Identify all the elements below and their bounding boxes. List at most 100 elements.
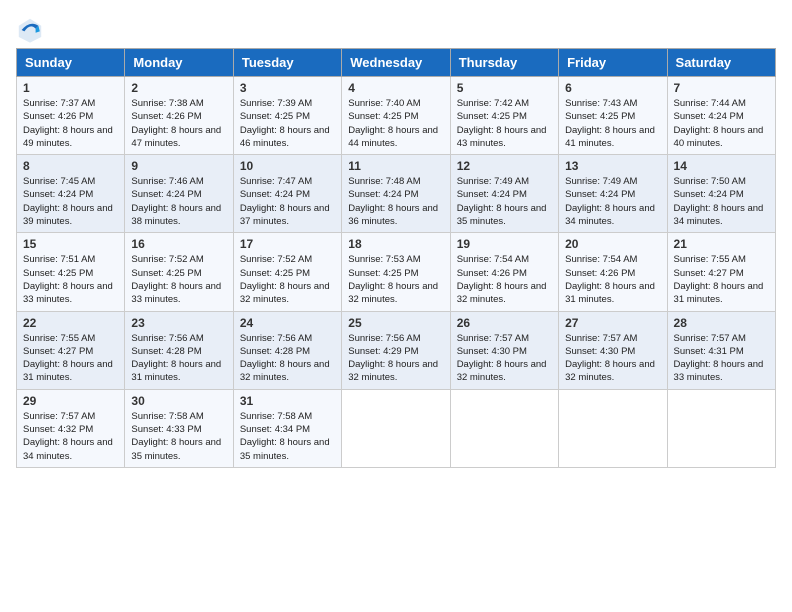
calendar-header-row: SundayMondayTuesdayWednesdayThursdayFrid… — [17, 49, 776, 77]
day-info: Sunrise: 7:39 AMSunset: 4:25 PMDaylight:… — [240, 97, 335, 150]
calendar-table: SundayMondayTuesdayWednesdayThursdayFrid… — [16, 48, 776, 468]
day-info: Sunrise: 7:54 AMSunset: 4:26 PMDaylight:… — [565, 253, 660, 306]
calendar-header-tuesday: Tuesday — [233, 49, 341, 77]
calendar-cell: 7 Sunrise: 7:44 AMSunset: 4:24 PMDaylight… — [667, 77, 775, 155]
page-header — [16, 16, 776, 44]
day-number: 8 — [23, 159, 118, 173]
calendar-cell: 15 Sunrise: 7:51 AMSunset: 4:25 PMDayligh… — [17, 233, 125, 311]
calendar-cell: 12 Sunrise: 7:49 AMSunset: 4:24 PMDayligh… — [450, 155, 558, 233]
day-number: 4 — [348, 81, 443, 95]
calendar-cell: 2 Sunrise: 7:38 AMSunset: 4:26 PMDaylight… — [125, 77, 233, 155]
calendar-header-saturday: Saturday — [667, 49, 775, 77]
logo — [16, 16, 48, 44]
day-info: Sunrise: 7:52 AMSunset: 4:25 PMDaylight:… — [131, 253, 226, 306]
calendar-cell: 21 Sunrise: 7:55 AMSunset: 4:27 PMDayligh… — [667, 233, 775, 311]
day-number: 15 — [23, 237, 118, 251]
calendar-header-sunday: Sunday — [17, 49, 125, 77]
day-number: 19 — [457, 237, 552, 251]
calendar-week-row: 1 Sunrise: 7:37 AMSunset: 4:26 PMDaylight… — [17, 77, 776, 155]
day-info: Sunrise: 7:57 AMSunset: 4:30 PMDaylight:… — [457, 332, 552, 385]
day-info: Sunrise: 7:48 AMSunset: 4:24 PMDaylight:… — [348, 175, 443, 228]
day-info: Sunrise: 7:55 AMSunset: 4:27 PMDaylight:… — [23, 332, 118, 385]
calendar-cell — [667, 389, 775, 467]
day-info: Sunrise: 7:58 AMSunset: 4:34 PMDaylight:… — [240, 410, 335, 463]
day-info: Sunrise: 7:49 AMSunset: 4:24 PMDaylight:… — [457, 175, 552, 228]
calendar-cell: 19 Sunrise: 7:54 AMSunset: 4:26 PMDayligh… — [450, 233, 558, 311]
day-number: 18 — [348, 237, 443, 251]
day-number: 28 — [674, 316, 769, 330]
day-info: Sunrise: 7:58 AMSunset: 4:33 PMDaylight:… — [131, 410, 226, 463]
day-info: Sunrise: 7:45 AMSunset: 4:24 PMDaylight:… — [23, 175, 118, 228]
calendar-week-row: 15 Sunrise: 7:51 AMSunset: 4:25 PMDayligh… — [17, 233, 776, 311]
calendar-cell: 22 Sunrise: 7:55 AMSunset: 4:27 PMDayligh… — [17, 311, 125, 389]
calendar-cell: 10 Sunrise: 7:47 AMSunset: 4:24 PMDayligh… — [233, 155, 341, 233]
day-number: 14 — [674, 159, 769, 173]
day-info: Sunrise: 7:38 AMSunset: 4:26 PMDaylight:… — [131, 97, 226, 150]
calendar-cell — [559, 389, 667, 467]
day-info: Sunrise: 7:56 AMSunset: 4:28 PMDaylight:… — [240, 332, 335, 385]
day-number: 17 — [240, 237, 335, 251]
calendar-header-friday: Friday — [559, 49, 667, 77]
calendar-header-wednesday: Wednesday — [342, 49, 450, 77]
day-info: Sunrise: 7:57 AMSunset: 4:31 PMDaylight:… — [674, 332, 769, 385]
calendar-cell: 20Sunrise: 7:54 AMSunset: 4:26 PMDayligh… — [559, 233, 667, 311]
day-info: Sunrise: 7:56 AMSunset: 4:29 PMDaylight:… — [348, 332, 443, 385]
day-number: 30 — [131, 394, 226, 408]
day-info: Sunrise: 7:56 AMSunset: 4:28 PMDaylight:… — [131, 332, 226, 385]
calendar-cell: 28 Sunrise: 7:57 AMSunset: 4:31 PMDayligh… — [667, 311, 775, 389]
calendar-cell: 5 Sunrise: 7:42 AMSunset: 4:25 PMDaylight… — [450, 77, 558, 155]
calendar-cell: 27Sunrise: 7:57 AMSunset: 4:30 PMDayligh… — [559, 311, 667, 389]
day-info: Sunrise: 7:37 AMSunset: 4:26 PMDaylight:… — [23, 97, 118, 150]
day-info: Sunrise: 7:52 AMSunset: 4:25 PMDaylight:… — [240, 253, 335, 306]
day-number: 10 — [240, 159, 335, 173]
day-info: Sunrise: 7:57 AMSunset: 4:32 PMDaylight:… — [23, 410, 118, 463]
day-number: 6 — [565, 81, 660, 95]
day-number: 31 — [240, 394, 335, 408]
day-info: Sunrise: 7:50 AMSunset: 4:24 PMDaylight:… — [674, 175, 769, 228]
calendar-cell: 30 Sunrise: 7:58 AMSunset: 4:33 PMDayligh… — [125, 389, 233, 467]
calendar-cell: 26 Sunrise: 7:57 AMSunset: 4:30 PMDayligh… — [450, 311, 558, 389]
day-number: 26 — [457, 316, 552, 330]
day-info: Sunrise: 7:51 AMSunset: 4:25 PMDaylight:… — [23, 253, 118, 306]
calendar-week-row: 29 Sunrise: 7:57 AMSunset: 4:32 PMDayligh… — [17, 389, 776, 467]
day-number: 22 — [23, 316, 118, 330]
day-info: Sunrise: 7:55 AMSunset: 4:27 PMDaylight:… — [674, 253, 769, 306]
day-info: Sunrise: 7:42 AMSunset: 4:25 PMDaylight:… — [457, 97, 552, 150]
calendar-cell: 1 Sunrise: 7:37 AMSunset: 4:26 PMDaylight… — [17, 77, 125, 155]
day-number: 5 — [457, 81, 552, 95]
day-number: 7 — [674, 81, 769, 95]
calendar-cell: 8 Sunrise: 7:45 AMSunset: 4:24 PMDaylight… — [17, 155, 125, 233]
calendar-cell: 18 Sunrise: 7:53 AMSunset: 4:25 PMDayligh… — [342, 233, 450, 311]
day-number: 1 — [23, 81, 118, 95]
calendar-cell — [342, 389, 450, 467]
calendar-cell: 6 Sunrise: 7:43 AMSunset: 4:25 PMDaylight… — [559, 77, 667, 155]
day-info: Sunrise: 7:44 AMSunset: 4:24 PMDaylight:… — [674, 97, 769, 150]
calendar-cell: 24Sunrise: 7:56 AMSunset: 4:28 PMDayligh… — [233, 311, 341, 389]
day-info: Sunrise: 7:54 AMSunset: 4:26 PMDaylight:… — [457, 253, 552, 306]
day-info: Sunrise: 7:53 AMSunset: 4:25 PMDaylight:… — [348, 253, 443, 306]
day-number: 23 — [131, 316, 226, 330]
calendar-cell: 14 Sunrise: 7:50 AMSunset: 4:24 PMDayligh… — [667, 155, 775, 233]
calendar-cell: 13 Sunrise: 7:49 AMSunset: 4:24 PMDayligh… — [559, 155, 667, 233]
day-info: Sunrise: 7:43 AMSunset: 4:25 PMDaylight:… — [565, 97, 660, 150]
day-number: 13 — [565, 159, 660, 173]
day-number: 3 — [240, 81, 335, 95]
day-info: Sunrise: 7:49 AMSunset: 4:24 PMDaylight:… — [565, 175, 660, 228]
calendar-cell: 16Sunrise: 7:52 AMSunset: 4:25 PMDayligh… — [125, 233, 233, 311]
day-number: 2 — [131, 81, 226, 95]
calendar-cell: 31 Sunrise: 7:58 AMSunset: 4:34 PMDayligh… — [233, 389, 341, 467]
day-info: Sunrise: 7:47 AMSunset: 4:24 PMDaylight:… — [240, 175, 335, 228]
calendar-cell: 3 Sunrise: 7:39 AMSunset: 4:25 PMDaylight… — [233, 77, 341, 155]
calendar-week-row: 8 Sunrise: 7:45 AMSunset: 4:24 PMDaylight… — [17, 155, 776, 233]
day-number: 12 — [457, 159, 552, 173]
day-number: 27 — [565, 316, 660, 330]
day-number: 29 — [23, 394, 118, 408]
calendar-cell — [450, 389, 558, 467]
day-info: Sunrise: 7:40 AMSunset: 4:25 PMDaylight:… — [348, 97, 443, 150]
calendar-header-thursday: Thursday — [450, 49, 558, 77]
day-number: 9 — [131, 159, 226, 173]
day-number: 11 — [348, 159, 443, 173]
day-number: 21 — [674, 237, 769, 251]
calendar-cell: 4 Sunrise: 7:40 AMSunset: 4:25 PMDaylight… — [342, 77, 450, 155]
calendar-cell: 17 Sunrise: 7:52 AMSunset: 4:25 PMDayligh… — [233, 233, 341, 311]
